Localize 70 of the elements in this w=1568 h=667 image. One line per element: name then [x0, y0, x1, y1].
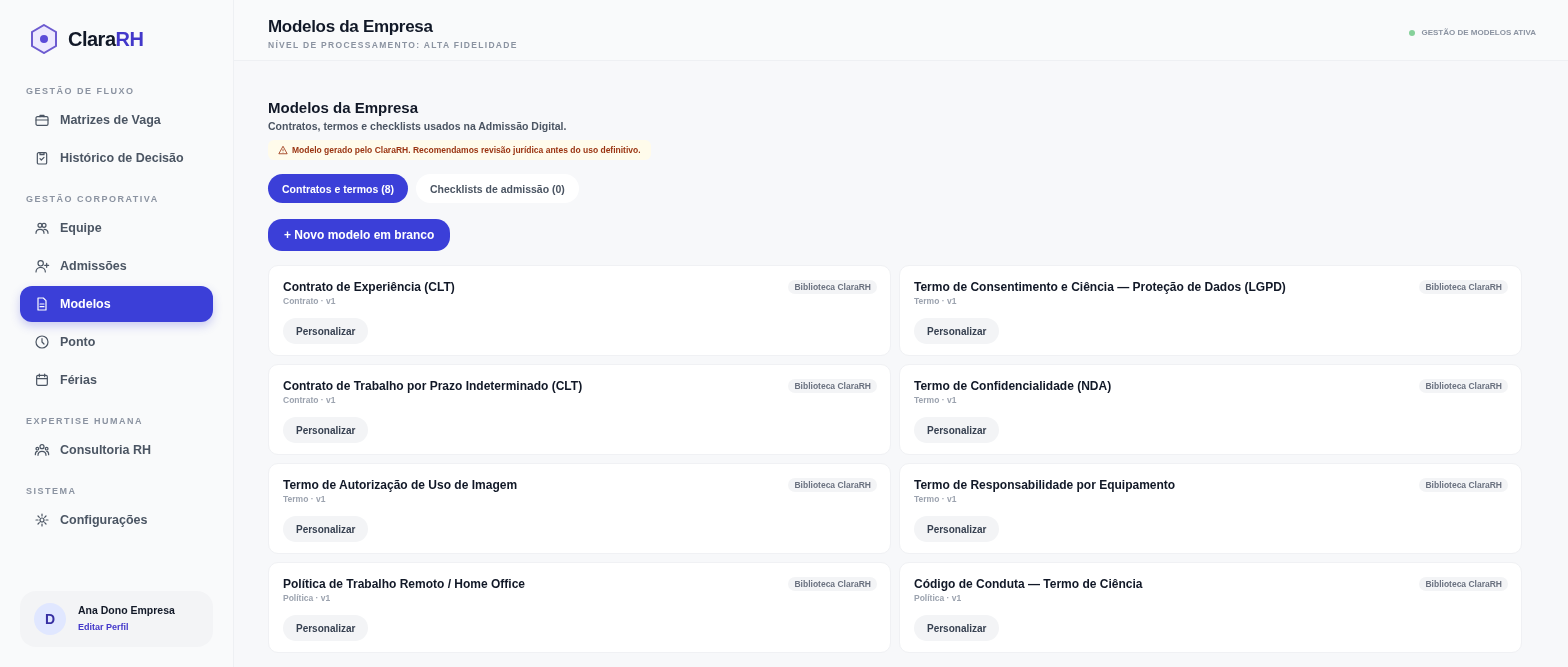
status-dot — [1409, 29, 1416, 36]
nav-item[interactable]: Ponto — [20, 324, 213, 360]
customize-button[interactable]: Personalizar — [283, 516, 369, 542]
nav-item[interactable]: Consultoria RH — [20, 432, 213, 468]
header-subtitle: NÍVEL DE PROCESSAMENTO: ALTA FIDELIDADE — [268, 40, 518, 50]
document-icon — [34, 296, 50, 312]
template-title: Contrato de Experiência (CLT) — [283, 280, 455, 294]
library-badge: Biblioteca ClaraRH — [788, 577, 877, 591]
customize-button[interactable]: Personalizar — [914, 417, 1000, 443]
template-title: Termo de Responsabilidade por Equipamento — [914, 478, 1176, 492]
template-title: Termo de Autorização de Uso de Imagem — [283, 478, 518, 492]
logo-icon — [30, 24, 58, 54]
page-description: Contratos, termos e checklists usados na Admissão Digital. — [268, 120, 568, 132]
library-badge: Biblioteca ClaraRH — [1419, 280, 1508, 294]
users-icon — [34, 220, 50, 236]
template-meta: Termo · v1 — [914, 395, 958, 405]
template-meta: Contrato · v1 — [283, 296, 337, 306]
library-badge: Biblioteca ClaraRH — [1419, 379, 1508, 393]
page-title: Modelos da Empresa — [268, 99, 420, 116]
template-title: Código de Conduta — Termo de Ciência — [914, 577, 1143, 591]
template-meta: Termo · v1 — [914, 494, 958, 504]
customize-button[interactable]: Personalizar — [283, 615, 369, 641]
template-title: Contrato de Trabalho por Prazo Indeterminado (CLT) — [283, 379, 583, 393]
edit-profile-link[interactable]: Editar Perfil — [78, 622, 129, 632]
customize-button[interactable]: Personalizar — [283, 318, 369, 344]
customize-button[interactable]: Personalizar — [914, 516, 1000, 542]
template-title: Política de Trabalho Remoto / Home Office — [283, 577, 526, 591]
library-badge: Biblioteca ClaraRH — [1419, 577, 1508, 591]
customize-button[interactable]: Personalizar — [283, 417, 369, 443]
nav-item[interactable]: Matrizes de Vaga — [20, 102, 213, 138]
template-meta: Termo · v1 — [283, 494, 327, 504]
nav-item[interactable]: Configurações — [20, 502, 213, 538]
template-meta: Termo · v1 — [914, 296, 958, 306]
settings-icon — [34, 512, 50, 528]
section-title: EXPERTISE HUMANA — [25, 415, 144, 428]
nav-item[interactable]: Equipe — [20, 210, 213, 246]
clock-icon — [34, 334, 50, 350]
status-text: GESTÃO DE MODELOS ATIVA — [1421, 28, 1536, 37]
library-badge: Biblioteca ClaraRH — [788, 379, 877, 393]
user-name: Ana Dono Empresa — [78, 604, 175, 616]
warning-icon — [278, 145, 288, 155]
warning-text: Modelo gerado pelo ClaraRH. Recomendamos revisão jurídica antes do uso definitivo. — [292, 145, 641, 155]
calendar-icon — [34, 372, 50, 388]
new-template-button[interactable]: + Novo modelo em branco — [268, 219, 451, 251]
tab[interactable]: Checklists de admissão (0) — [416, 174, 579, 203]
briefcase-icon — [34, 112, 50, 128]
group-icon — [34, 442, 50, 458]
user-plus-icon — [34, 258, 50, 274]
template-title: Termo de Confidencialidade (NDA) — [914, 379, 1112, 393]
avatar: D — [34, 603, 66, 635]
nav-item[interactable]: Modelos — [20, 286, 213, 322]
section-title: GESTÃO CORPORATIVA — [25, 193, 160, 206]
tab[interactable]: Contratos e termos (8) — [268, 174, 409, 203]
nav-item[interactable]: Histórico de Decisão — [20, 140, 213, 176]
section-title: SISTEMA — [25, 485, 78, 498]
customize-button[interactable]: Personalizar — [914, 615, 1000, 641]
nav-item[interactable]: Admissões — [20, 248, 213, 284]
header-title: Modelos da Empresa — [268, 17, 434, 37]
nav-item[interactable]: Férias — [20, 362, 213, 398]
template-meta: Contrato · v1 — [283, 395, 337, 405]
library-badge: Biblioteca ClaraRH — [788, 478, 877, 492]
template-title: Termo de Consentimento e Ciência — Proteção de Dados (LGPD) — [914, 280, 1286, 294]
template-meta: Política · v1 — [914, 593, 963, 603]
clipboard-icon — [34, 150, 50, 166]
section-title: GESTÃO DE FLUXO — [25, 85, 136, 98]
library-badge: Biblioteca ClaraRH — [788, 280, 877, 294]
library-badge: Biblioteca ClaraRH — [1419, 478, 1508, 492]
customize-button[interactable]: Personalizar — [914, 318, 1000, 344]
brand-name: ClaraRH — [68, 27, 144, 51]
template-meta: Política · v1 — [283, 593, 332, 603]
